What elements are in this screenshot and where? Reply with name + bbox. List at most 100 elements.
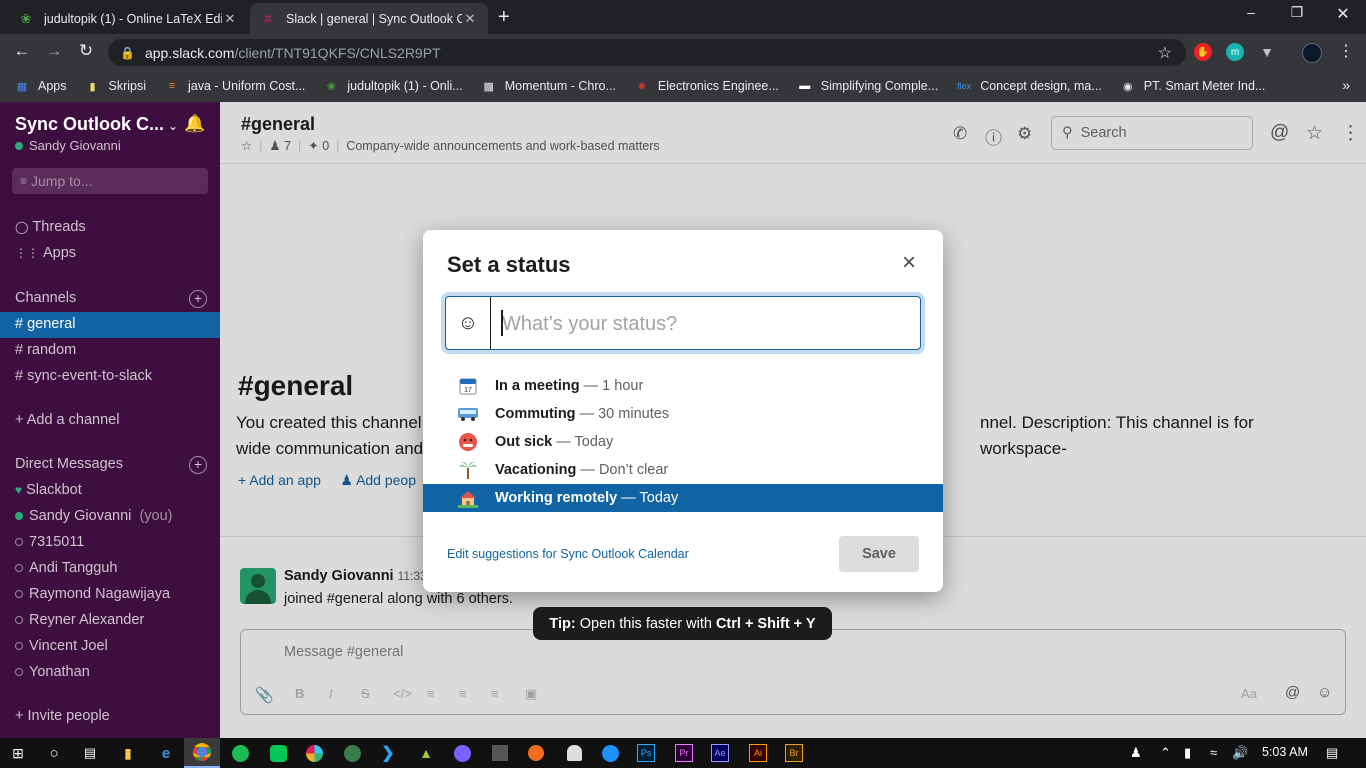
chrome-icon bbox=[193, 743, 211, 761]
status-input[interactable] bbox=[502, 311, 902, 337]
dm-item[interactable]: Reyner Alexander bbox=[15, 612, 144, 628]
dm-slackbot[interactable]: ♥ Slackbot bbox=[15, 482, 82, 498]
close-window-icon[interactable]: ✕ bbox=[1320, 4, 1366, 24]
bridge-icon[interactable]: Br bbox=[784, 743, 804, 763]
dialog-title: Set a status bbox=[447, 252, 571, 277]
status-input-wrapper: ☺ bbox=[445, 296, 921, 350]
vscode-icon[interactable]: ❯ bbox=[378, 743, 398, 763]
task-view-icon[interactable]: ▤ bbox=[80, 743, 100, 763]
android-studio-icon[interactable]: ▲ bbox=[416, 743, 436, 763]
bookmark-simplifying[interactable]: ▬ Simplifying Comple... bbox=[797, 78, 938, 94]
clock[interactable]: 5:03 AM bbox=[1262, 745, 1308, 759]
forward-arrow-icon[interactable]: → bbox=[42, 41, 66, 61]
direct-messages-header[interactable]: Direct Messages bbox=[15, 456, 123, 472]
tab-close-icon[interactable]: ✕ bbox=[222, 11, 238, 27]
bookmark-momentum[interactable]: ▩ Momentum - Chro... bbox=[481, 78, 616, 94]
app-grey-icon[interactable] bbox=[490, 743, 510, 763]
after-effects-icon[interactable]: Ae bbox=[710, 743, 730, 763]
slack-logo-icon: # bbox=[264, 11, 272, 26]
cortana-icon[interactable]: ○ bbox=[44, 743, 64, 763]
tab-close-icon[interactable]: ✕ bbox=[462, 11, 478, 27]
bookmark-judultopik[interactable]: ❀ judultopik (1) - Onli... bbox=[323, 78, 463, 94]
close-icon[interactable]: × bbox=[896, 250, 922, 276]
add-channel-plus-icon[interactable]: + bbox=[189, 290, 207, 308]
wifi-icon[interactable]: ≈ bbox=[1210, 745, 1217, 760]
sidebar-channel-sync-event[interactable]: # sync-event-to-slack bbox=[15, 368, 152, 384]
status-suggestion-remote[interactable]: Working remotely — Today bbox=[423, 484, 943, 512]
dm-self[interactable]: Sandy Giovanni (you) bbox=[15, 508, 172, 524]
bookmark-pt-smart-meter[interactable]: ◉ PT. Smart Meter Ind... bbox=[1120, 78, 1265, 94]
sidebar-channel-random[interactable]: # random bbox=[15, 342, 76, 358]
bookmark-star-icon[interactable]: ☆ bbox=[1158, 43, 1172, 63]
reload-icon[interactable]: ↻ bbox=[74, 41, 98, 61]
bookmarks-overflow-icon[interactable]: » bbox=[1342, 77, 1350, 93]
slack-taskbar-icon[interactable] bbox=[304, 743, 324, 763]
bookmark-java[interactable]: ≡ java - Uniform Cost... bbox=[164, 78, 306, 94]
app-orange-icon[interactable] bbox=[526, 743, 546, 763]
channels-header[interactable]: Channels bbox=[15, 290, 76, 306]
windows-start-icon[interactable]: ⊞ bbox=[8, 743, 28, 763]
photoshop-icon[interactable]: Ps bbox=[636, 743, 656, 763]
volume-icon[interactable]: 🔊 bbox=[1232, 745, 1248, 761]
premiere-icon[interactable]: Pr bbox=[674, 743, 694, 763]
line-icon[interactable] bbox=[268, 743, 288, 763]
chrome-menu-icon[interactable]: ⋮ bbox=[1334, 41, 1358, 61]
tab-overleaf[interactable]: ❀ judultopik (1) - Online LaTeX Edit ✕ bbox=[8, 3, 248, 34]
extension-adblock-icon[interactable]: ✋ bbox=[1194, 43, 1212, 61]
bookmark-apps[interactable]: ▦ Apps bbox=[14, 78, 67, 94]
app-blue-icon[interactable] bbox=[600, 743, 620, 763]
minimize-icon[interactable]: – bbox=[1228, 4, 1274, 20]
windows-taskbar: ⊞ ○ ▤ ▮ e ❯ ▲ Ps Pr Ae Ai Br ♟ ⌃ ▮ ≈ 🔊 5… bbox=[0, 738, 1366, 768]
dm-item[interactable]: 7315011 bbox=[15, 534, 84, 550]
back-arrow-icon[interactable]: ← bbox=[10, 41, 34, 61]
action-center-icon[interactable]: ▤ bbox=[1326, 745, 1338, 761]
bell-icon[interactable]: 🔔 bbox=[184, 114, 205, 134]
status-suggestion-meeting[interactable]: 17 In a meeting — 1 hour bbox=[423, 372, 943, 400]
sidebar-item-threads[interactable]: ◯ Threads bbox=[15, 219, 86, 235]
illustrator-icon[interactable]: Ai bbox=[748, 743, 768, 763]
bookmark-skripsi[interactable]: ▮ Skripsi bbox=[85, 78, 146, 94]
presence-away-icon bbox=[15, 642, 23, 650]
file-explorer-icon[interactable]: ▮ bbox=[118, 743, 138, 763]
edge-icon[interactable]: e bbox=[156, 743, 176, 763]
new-tab-button[interactable]: + bbox=[498, 6, 510, 29]
overleaf-leaf-icon: ❀ bbox=[20, 10, 32, 26]
spotify-icon[interactable] bbox=[230, 743, 250, 763]
bookmark-concept-design[interactable]: flex Concept design, ma... bbox=[956, 78, 1102, 94]
bookmark-electronics[interactable]: ✸ Electronics Enginee... bbox=[634, 78, 779, 94]
chrome-taskbar-icon[interactable] bbox=[184, 738, 220, 768]
presence-active-icon bbox=[15, 512, 23, 520]
invite-people-button[interactable]: + Invite people bbox=[15, 708, 110, 724]
jump-to-input[interactable]: ≡ Jump to... bbox=[12, 168, 208, 194]
profile-avatar-icon[interactable] bbox=[1302, 43, 1322, 63]
app-green-icon[interactable] bbox=[342, 743, 362, 763]
app-ghost-icon[interactable] bbox=[564, 743, 584, 763]
add-channel-button[interactable]: + Add a channel bbox=[15, 412, 119, 428]
extension-v-icon[interactable]: ▼ bbox=[1258, 43, 1276, 61]
address-bar[interactable]: 🔒 app.slack.com /client/TNT91QKFS/CNLS2R… bbox=[108, 39, 1186, 66]
dm-item[interactable]: Yonathan bbox=[15, 664, 90, 680]
dm-item[interactable]: Andi Tangguh bbox=[15, 560, 117, 576]
apps-grid-icon: ⋮⋮ bbox=[15, 246, 39, 260]
status-suggestion-commuting[interactable]: Commuting — 30 minutes bbox=[423, 400, 943, 428]
workspace-name[interactable]: Sync Outlook C... ⌄ bbox=[15, 114, 185, 135]
add-dm-plus-icon[interactable]: + bbox=[189, 456, 207, 474]
tray-chevron-up-icon[interactable]: ⌃ bbox=[1160, 745, 1171, 761]
emoji-picker-icon[interactable]: ☺ bbox=[446, 297, 491, 349]
dm-item[interactable]: Vincent Joel bbox=[15, 638, 108, 654]
save-button[interactable]: Save bbox=[839, 536, 919, 572]
tab-slack[interactable]: # Slack | general | Sync Outlook Ca ✕ bbox=[250, 3, 488, 34]
battery-icon[interactable]: ▮ bbox=[1184, 745, 1191, 761]
status-suggestion-sick[interactable]: Out sick — Today bbox=[423, 428, 943, 456]
browser-tab-strip: ❀ judultopik (1) - Online LaTeX Edit ✕ #… bbox=[0, 0, 1366, 34]
restore-icon[interactable]: ❐ bbox=[1274, 4, 1320, 21]
sidebar-channel-general[interactable]: # general bbox=[15, 316, 75, 332]
sidebar-item-apps[interactable]: ⋮⋮ Apps bbox=[15, 245, 76, 261]
extension-m-icon[interactable]: m bbox=[1226, 43, 1244, 61]
status-suggestion-vacationing[interactable]: Vacationing — Don’t clear bbox=[423, 456, 943, 484]
edit-suggestions-link[interactable]: Edit suggestions for Sync Outlook Calend… bbox=[447, 547, 689, 561]
text-caret bbox=[501, 310, 503, 336]
app-purple-icon[interactable] bbox=[452, 743, 472, 763]
people-icon[interactable]: ♟ bbox=[1130, 745, 1142, 761]
dm-item[interactable]: Raymond Nagawijaya bbox=[15, 586, 170, 602]
